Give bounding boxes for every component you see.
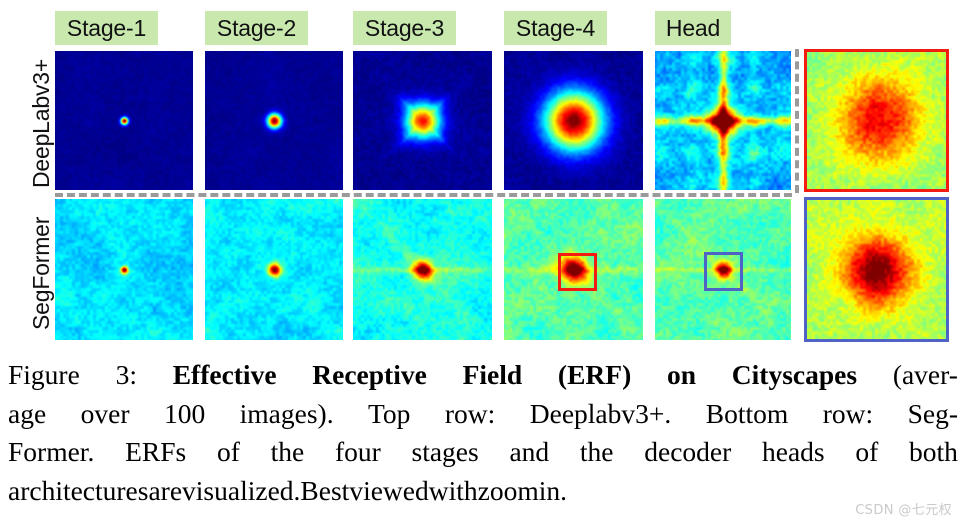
row-label-segformer: SegFormer bbox=[28, 216, 54, 330]
column-label-stage4: Stage-4 bbox=[504, 11, 607, 45]
erf-panel-deeplab-head[interactable] bbox=[655, 51, 791, 190]
erf-zoom-canvas bbox=[807, 52, 946, 189]
zoom-separator-dashed bbox=[795, 49, 799, 193]
erf-panel-segformer-stage2[interactable] bbox=[205, 199, 343, 340]
erf-heatmap-canvas bbox=[504, 199, 643, 340]
erf-heatmap-canvas bbox=[55, 199, 193, 340]
erf-panel-segformer-stage1[interactable] bbox=[55, 199, 193, 340]
row-separator-dashed bbox=[55, 193, 792, 197]
erf-panel-deeplab-stage1[interactable] bbox=[55, 51, 193, 190]
erf-panel-deeplab-stage2[interactable] bbox=[205, 51, 343, 190]
caption-line-1: Figure 3: Effective Receptive Field (ERF) on Ci… bbox=[8, 359, 958, 390]
zoom-panel-deeplab-head[interactable] bbox=[804, 49, 949, 192]
erf-panel-deeplab-stage4[interactable] bbox=[504, 51, 643, 190]
erf-panel-segformer-head[interactable] bbox=[655, 199, 791, 340]
figure-caption: Figure 3: Effective Receptive Field (ERF) on Ci… bbox=[8, 356, 958, 510]
caption-line-4: architecturesarevisualized.Bestviewedwit… bbox=[8, 474, 567, 506]
erf-heatmap-canvas bbox=[655, 199, 791, 340]
erf-panel-segformer-stage4[interactable] bbox=[504, 199, 643, 340]
erf-heatmap-canvas bbox=[205, 51, 343, 190]
csdn-watermark: CSDN @七元权 bbox=[855, 503, 952, 518]
erf-panel-deeplab-stage3[interactable] bbox=[353, 51, 492, 190]
caption-line-2: age over 100 images). Top row: Deeplabv3+. Bott… bbox=[8, 397, 958, 429]
column-label-stage3: Stage-3 bbox=[353, 11, 456, 45]
column-label-stage2: Stage-2 bbox=[205, 11, 308, 45]
erf-panel-segformer-stage3[interactable] bbox=[353, 199, 492, 340]
row-label-deeplabv3plus: DeepLabv3+ bbox=[28, 58, 54, 188]
erf-heatmap-canvas bbox=[353, 199, 492, 340]
figure-container: Stage-1 Stage-2 Stage-3 Stage-4 Head Dee… bbox=[0, 0, 964, 526]
column-label-head: Head bbox=[655, 11, 731, 45]
erf-heatmap-canvas bbox=[655, 51, 791, 190]
erf-heatmap-canvas bbox=[353, 51, 492, 190]
column-label-stage1: Stage-1 bbox=[55, 11, 158, 45]
erf-zoom-canvas bbox=[807, 200, 946, 339]
erf-heatmap-canvas bbox=[205, 199, 343, 340]
erf-heatmap-canvas bbox=[504, 51, 643, 190]
erf-heatmap-canvas bbox=[55, 51, 193, 190]
caption-line-3: Former. ERFs of the four stages and the decoder h… bbox=[8, 436, 958, 467]
zoom-panel-segformer-head[interactable] bbox=[804, 197, 949, 342]
